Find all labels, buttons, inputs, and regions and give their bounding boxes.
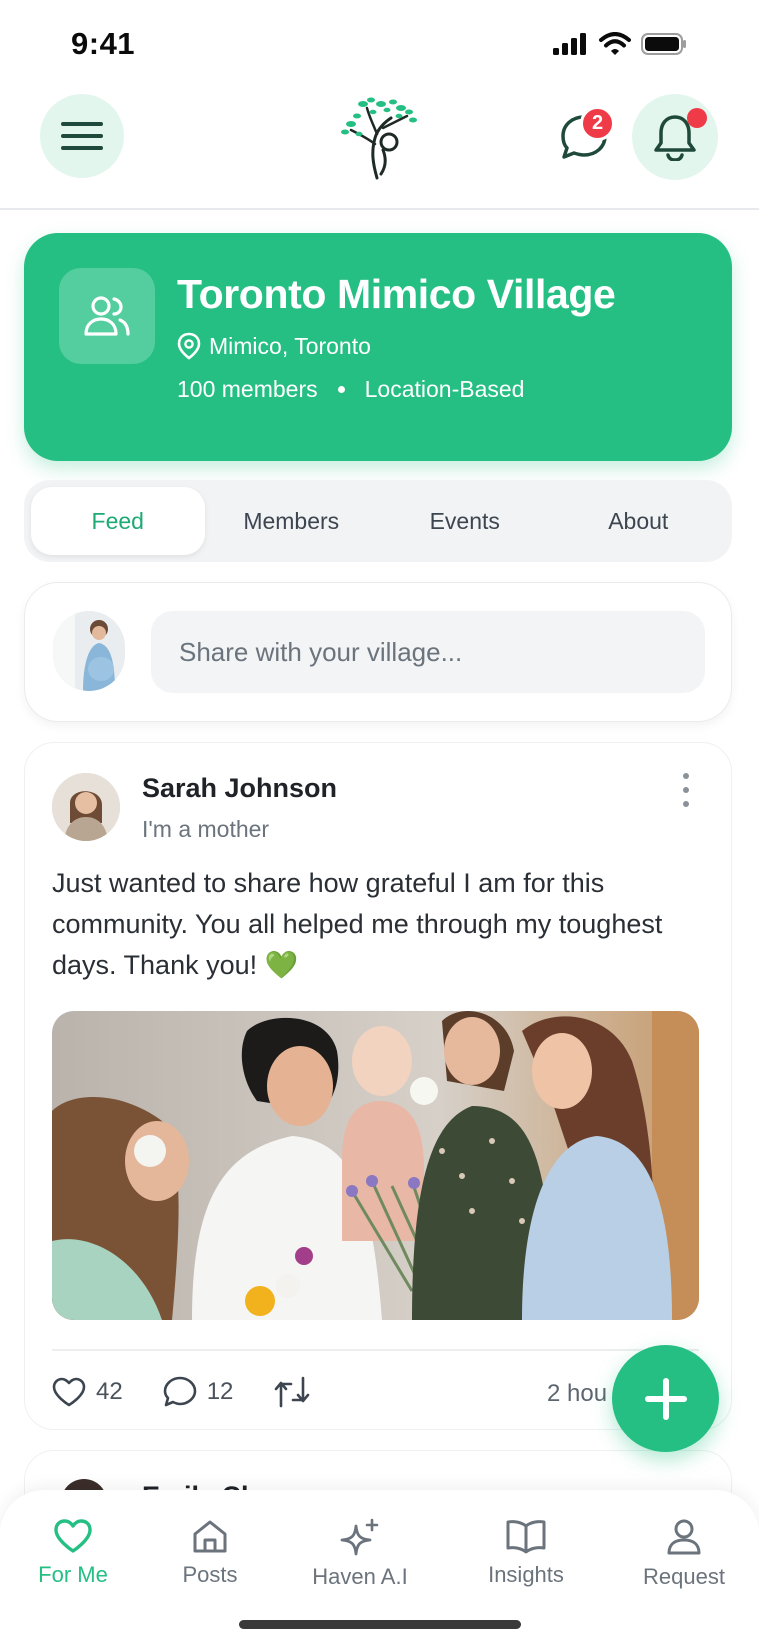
- post-body: Just wanted to share how grateful I am f…: [52, 868, 663, 980]
- repost-icon: [275, 1376, 310, 1408]
- nav-label: Request: [643, 1564, 725, 1589]
- more-dot: [683, 801, 689, 807]
- current-user-avatar: [53, 611, 125, 691]
- book-icon: [506, 1520, 546, 1554]
- post-timestamp: 2 hou: [547, 1380, 608, 1407]
- comment-icon: [163, 1376, 197, 1407]
- hamburger-icon: [61, 122, 103, 150]
- user-icon: [667, 1519, 701, 1555]
- sparkle-icon: [340, 1518, 379, 1556]
- tree-logo-icon: [341, 97, 417, 180]
- group-meta: 100 members Location-Based: [177, 376, 524, 403]
- menu-button[interactable]: [40, 94, 124, 178]
- nav-label: For Me: [38, 1562, 108, 1587]
- heart-icon: [54, 1519, 92, 1553]
- group-type: Location-Based: [364, 376, 525, 402]
- nav-label: Insights: [488, 1562, 564, 1587]
- post-photo[interactable]: [52, 1011, 699, 1320]
- location-pin-icon: [177, 332, 201, 360]
- more-dot: [683, 773, 689, 779]
- repost-button[interactable]: [273, 1376, 311, 1408]
- status-time: 9:41: [71, 26, 136, 61]
- tab-members[interactable]: Members: [205, 487, 379, 555]
- member-count: 100 members: [177, 376, 318, 402]
- nav-posts[interactable]: Posts: [145, 1518, 275, 1588]
- group-location-text: Mimico, Toronto: [209, 332, 371, 359]
- meta-separator: [337, 386, 345, 393]
- nav-haven-ai[interactable]: Haven A.I: [295, 1518, 425, 1590]
- group-header-card: Toronto Mimico Village Mimico, Toronto 1…: [24, 233, 732, 461]
- home-icon: [193, 1520, 227, 1553]
- more-dot: [683, 787, 689, 793]
- status-icons: [553, 32, 687, 56]
- nav-request[interactable]: Request: [619, 1518, 749, 1590]
- like-count: 42: [96, 1378, 123, 1405]
- home-indicator: [239, 1620, 521, 1629]
- wifi-icon: [599, 32, 631, 55]
- author-avatar[interactable]: [52, 773, 120, 841]
- author-name[interactable]: Sarah Johnson: [142, 773, 337, 804]
- share-input[interactable]: Share with your village...: [151, 611, 705, 693]
- users-icon: [84, 296, 130, 336]
- nav-label: Haven A.I: [312, 1564, 408, 1589]
- status-bar: 9:41: [0, 0, 759, 90]
- post-card: Sarah Johnson I'm a mother Just wanted t…: [24, 742, 732, 1430]
- plus-icon: [644, 1377, 687, 1420]
- tab-events[interactable]: Events: [378, 487, 552, 555]
- like-button[interactable]: 42: [52, 1377, 123, 1407]
- nav-label: Posts: [182, 1562, 238, 1587]
- messages-badge: 2: [580, 106, 615, 141]
- notifications-button[interactable]: [632, 94, 718, 180]
- group-location: Mimico, Toronto: [177, 332, 371, 360]
- nav-insights[interactable]: Insights: [461, 1518, 591, 1588]
- tab-about[interactable]: About: [552, 487, 726, 555]
- comment-count: 12: [206, 1378, 234, 1405]
- app-header: 2: [0, 90, 759, 210]
- heart-outline-icon: [52, 1377, 86, 1407]
- group-avatar: [59, 268, 155, 364]
- notification-dot: [687, 108, 707, 128]
- tab-feed[interactable]: Feed: [31, 487, 205, 555]
- comment-button[interactable]: 12: [163, 1376, 234, 1408]
- post-more-button[interactable]: [681, 773, 691, 807]
- signal-icon: [553, 33, 586, 55]
- nav-for-me[interactable]: For Me: [8, 1518, 138, 1588]
- author-role: I'm a mother: [142, 816, 270, 842]
- group-name: Toronto Mimico Village: [177, 271, 616, 317]
- battery-icon: [641, 33, 686, 55]
- post-composer: Share with your village...: [24, 582, 732, 722]
- post-divider: [52, 1349, 699, 1351]
- create-post-button[interactable]: [612, 1345, 719, 1452]
- group-tabs: Feed Members Events About: [24, 480, 732, 562]
